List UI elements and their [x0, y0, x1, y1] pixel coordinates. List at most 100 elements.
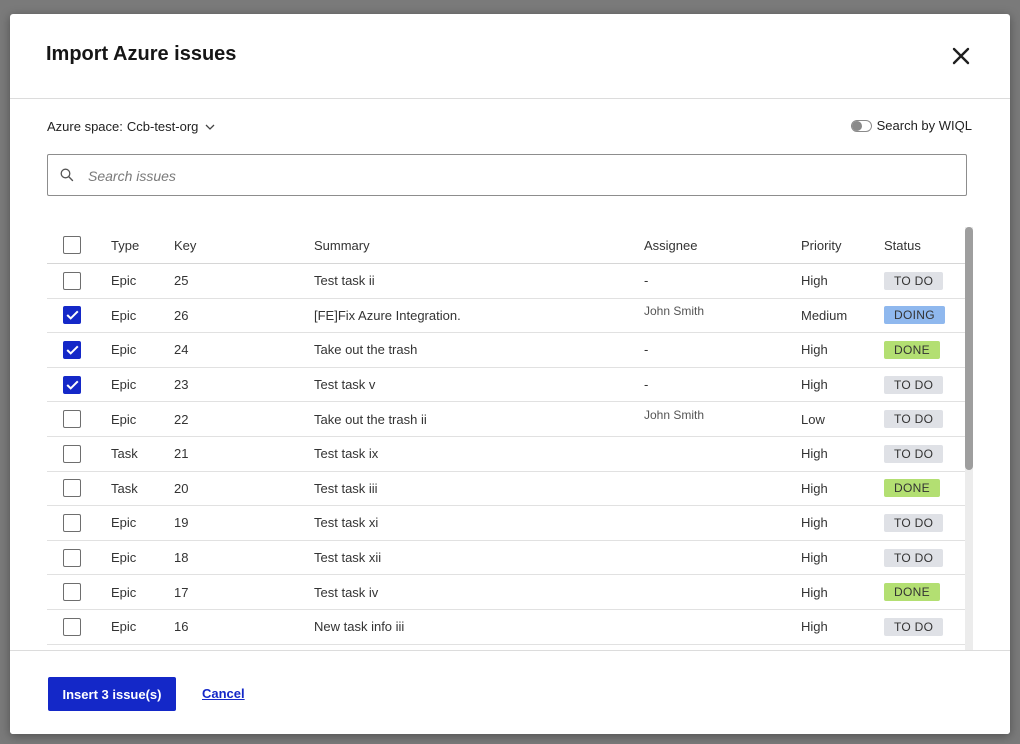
- table-row[interactable]: Epic 24 Take out the trash - High DONE: [47, 332, 965, 368]
- cell-assignee: -: [644, 342, 649, 358]
- scrollbar-thumb[interactable]: [965, 227, 973, 470]
- row-checkbox[interactable]: [63, 375, 81, 394]
- row-checkbox[interactable]: [63, 583, 81, 602]
- column-header-type[interactable]: Type: [111, 227, 174, 264]
- cell-key: 23: [174, 377, 189, 393]
- cell-summary: Take out the trash: [314, 342, 418, 358]
- table-row[interactable]: Task 20 Test task iii High DONE: [47, 471, 965, 507]
- cell-key: 20: [174, 480, 189, 496]
- cell-summary: Test task ii: [314, 273, 375, 289]
- table-row[interactable]: Epic 23 Test task v - High TO DO: [47, 367, 965, 403]
- cell-priority: High: [801, 342, 828, 358]
- cell-key: 25: [174, 273, 189, 289]
- row-checkbox[interactable]: [63, 479, 81, 498]
- cell-type: Epic: [111, 584, 137, 600]
- table-row[interactable]: Epic 26 [FE]Fix Azure Integration. John Smi…: [47, 298, 965, 334]
- table-row[interactable]: Task 21 Test task ix High TO DO: [47, 436, 965, 472]
- wiql-toggle[interactable]: Search by WIQL: [850, 118, 972, 133]
- column-header-assignee[interactable]: Assignee: [644, 227, 801, 264]
- status-badge: DONE: [884, 479, 940, 498]
- search-icon: [60, 168, 74, 182]
- cell-summary: Test task ix: [314, 446, 379, 462]
- table-scrollbar[interactable]: [965, 227, 973, 651]
- cell-key: 26: [174, 307, 189, 323]
- cell-key: 21: [174, 446, 189, 462]
- dialog-footer: Insert 3 issue(s) Cancel: [10, 650, 1010, 734]
- cell-type: Epic: [111, 342, 137, 358]
- row-checkbox[interactable]: [63, 271, 81, 290]
- status-badge: TO DO: [884, 271, 944, 290]
- column-header-summary[interactable]: Summary: [314, 227, 644, 264]
- cell-priority: High: [801, 619, 828, 635]
- cell-assignee: -: [644, 377, 649, 393]
- column-header-priority[interactable]: Priority: [801, 227, 884, 264]
- column-header-status[interactable]: Status: [884, 227, 965, 264]
- cell-priority: High: [801, 446, 828, 462]
- row-checkbox[interactable]: [63, 340, 81, 359]
- row-checkbox[interactable]: [63, 617, 81, 636]
- cell-key: 24: [174, 342, 189, 358]
- cell-type: Epic: [111, 619, 137, 635]
- cell-priority: High: [801, 584, 828, 600]
- status-badge: TO DO: [884, 444, 944, 463]
- table-row[interactable]: Epic 19 Test task xi High TO DO: [47, 505, 965, 541]
- status-badge: TO DO: [884, 617, 944, 636]
- table-row[interactable]: Epic 22 Take out the trash ii John Smith Low…: [47, 401, 965, 437]
- cell-summary: [FE]Fix Azure Integration.: [314, 307, 461, 323]
- cell-summary: New task info iii: [314, 619, 405, 635]
- cell-summary: Take out the trash ii: [314, 411, 427, 427]
- row-checkbox[interactable]: [63, 513, 81, 532]
- checkmark-icon: [66, 380, 79, 390]
- cell-priority: Low: [801, 411, 825, 427]
- cell-summary: Test task v: [314, 377, 376, 393]
- checkmark-icon: [66, 310, 79, 321]
- issues-table: Type Key Summary Assignee Priority Statu…: [47, 227, 965, 645]
- cell-type: Epic: [111, 307, 137, 323]
- cell-key: 18: [174, 550, 189, 566]
- cell-summary: Test task iv: [314, 584, 379, 600]
- cell-key: 22: [174, 411, 189, 427]
- wiql-switch[interactable]: [850, 119, 872, 132]
- dialog-header: Import Azure issues: [10, 14, 1010, 99]
- chevron-down-icon: [205, 124, 215, 130]
- row-checkbox[interactable]: [63, 444, 81, 463]
- search-field: [47, 154, 967, 196]
- cell-key: 16: [174, 619, 189, 635]
- cell-key: 19: [174, 515, 189, 531]
- table-row[interactable]: Epic 17 Test task iv High DONE: [47, 574, 965, 610]
- status-badge: DOING: [884, 306, 945, 325]
- status-badge: TO DO: [884, 410, 944, 429]
- status-badge: DONE: [884, 583, 940, 602]
- cell-key: 17: [174, 584, 189, 600]
- table-row[interactable]: Epic 16 New task info iii High TO DO: [47, 609, 965, 645]
- column-header-key[interactable]: Key: [174, 227, 314, 264]
- close-button[interactable]: [950, 45, 972, 67]
- issues-table-container: Type Key Summary Assignee Priority Statu…: [47, 227, 965, 651]
- cell-type: Epic: [111, 515, 137, 531]
- cell-priority: High: [801, 377, 828, 393]
- azure-space-label: Azure space:: [47, 119, 123, 134]
- row-checkbox[interactable]: [63, 306, 81, 325]
- status-badge: TO DO: [884, 513, 944, 532]
- row-checkbox[interactable]: [63, 410, 81, 429]
- azure-space-value: Ccb-test-org: [126, 119, 199, 134]
- table-row[interactable]: Epic 18 Test task xii High TO DO: [47, 540, 965, 576]
- table-header-row: Type Key Summary Assignee Priority Statu…: [47, 227, 965, 264]
- cell-priority: High: [801, 273, 828, 289]
- azure-space-selector: Azure space: Ccb-test-org: [47, 119, 215, 134]
- table-row[interactable]: Epic 25 Test task ii - High TO DO: [47, 263, 965, 299]
- cell-type: Epic: [111, 273, 137, 289]
- cancel-button[interactable]: Cancel: [202, 686, 245, 701]
- checkmark-icon: [66, 345, 79, 355]
- wiql-label: Search by WIQL: [876, 118, 972, 133]
- insert-issues-button[interactable]: Insert 3 issue(s): [48, 677, 176, 711]
- cell-type: Epic: [111, 550, 137, 566]
- row-checkbox[interactable]: [63, 548, 81, 567]
- search-input[interactable]: [86, 163, 950, 189]
- status-badge: TO DO: [884, 548, 944, 567]
- azure-space-dropdown[interactable]: Ccb-test-org: [127, 119, 215, 134]
- select-all-checkbox[interactable]: [63, 236, 81, 254]
- cell-priority: High: [801, 480, 828, 496]
- table-body: Epic 25 Test task ii - High TO DO Epic 26 [FE]Fi…: [47, 263, 965, 645]
- cell-type: Epic: [111, 411, 137, 427]
